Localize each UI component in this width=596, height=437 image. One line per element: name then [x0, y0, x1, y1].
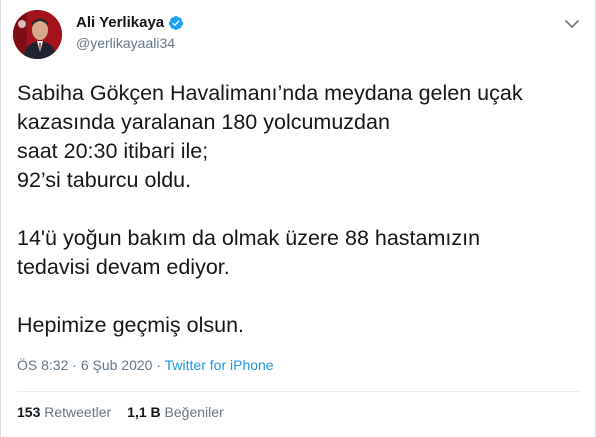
author-name-row[interactable]: Ali Yerlikaya: [76, 14, 184, 31]
likes-label: Beğeniler: [164, 404, 224, 420]
tweet-line: saat 20:30 itibari ile;: [17, 139, 209, 163]
meta-separator: ·: [68, 357, 81, 373]
tweet-date[interactable]: 6 Şub 2020: [81, 357, 153, 373]
tweet-card: Ali Yerlikaya @yerlikayaali34 Sabiha Gök…: [0, 0, 596, 437]
likes-stat[interactable]: 1,1 B Beğeniler: [127, 404, 224, 420]
tweet-line: tedavisi devam ediyor.: [17, 255, 230, 279]
author-name[interactable]: Ali Yerlikaya: [76, 14, 164, 31]
verified-badge-icon: [168, 15, 184, 31]
tweet-line: 92’si taburcu oldu.: [17, 168, 192, 192]
avatar-photo: [13, 10, 62, 59]
likes-count: 1,1 B: [127, 404, 161, 420]
tweet-line: 14'ü yoğun bakım da olmak üzere 88 hasta…: [17, 226, 481, 250]
divider: [17, 391, 579, 392]
chevron-down-icon[interactable]: [565, 16, 579, 28]
tweet-text: Sabiha Gökçen Havalimanı’nda meydana gel…: [17, 79, 582, 340]
tweet-line: kazasında yaralanan 180 yolcumuzdan: [17, 110, 390, 134]
tweet-time[interactable]: ÖS 8:32: [17, 357, 68, 373]
tweet-line: Hepimize geçmiş olsun.: [17, 313, 245, 337]
retweets-count: 153: [17, 404, 41, 420]
tweet-metadata: ÖS 8:32 · 6 Şub 2020 · Twitter for iPhon…: [17, 357, 274, 373]
retweets-stat[interactable]: 153 Retweetler: [17, 404, 111, 420]
author-handle[interactable]: @yerlikayaali34: [76, 35, 175, 51]
tweet-line: Sabiha Gökçen Havalimanı’nda meydana gel…: [17, 81, 523, 105]
tweet-stats: 153 Retweetler 1,1 B Beğeniler: [17, 404, 224, 420]
retweets-label: Retweetler: [44, 404, 112, 420]
tweet-source-link[interactable]: Twitter for iPhone: [165, 357, 274, 373]
meta-separator: ·: [152, 357, 165, 373]
avatar[interactable]: [13, 10, 62, 59]
